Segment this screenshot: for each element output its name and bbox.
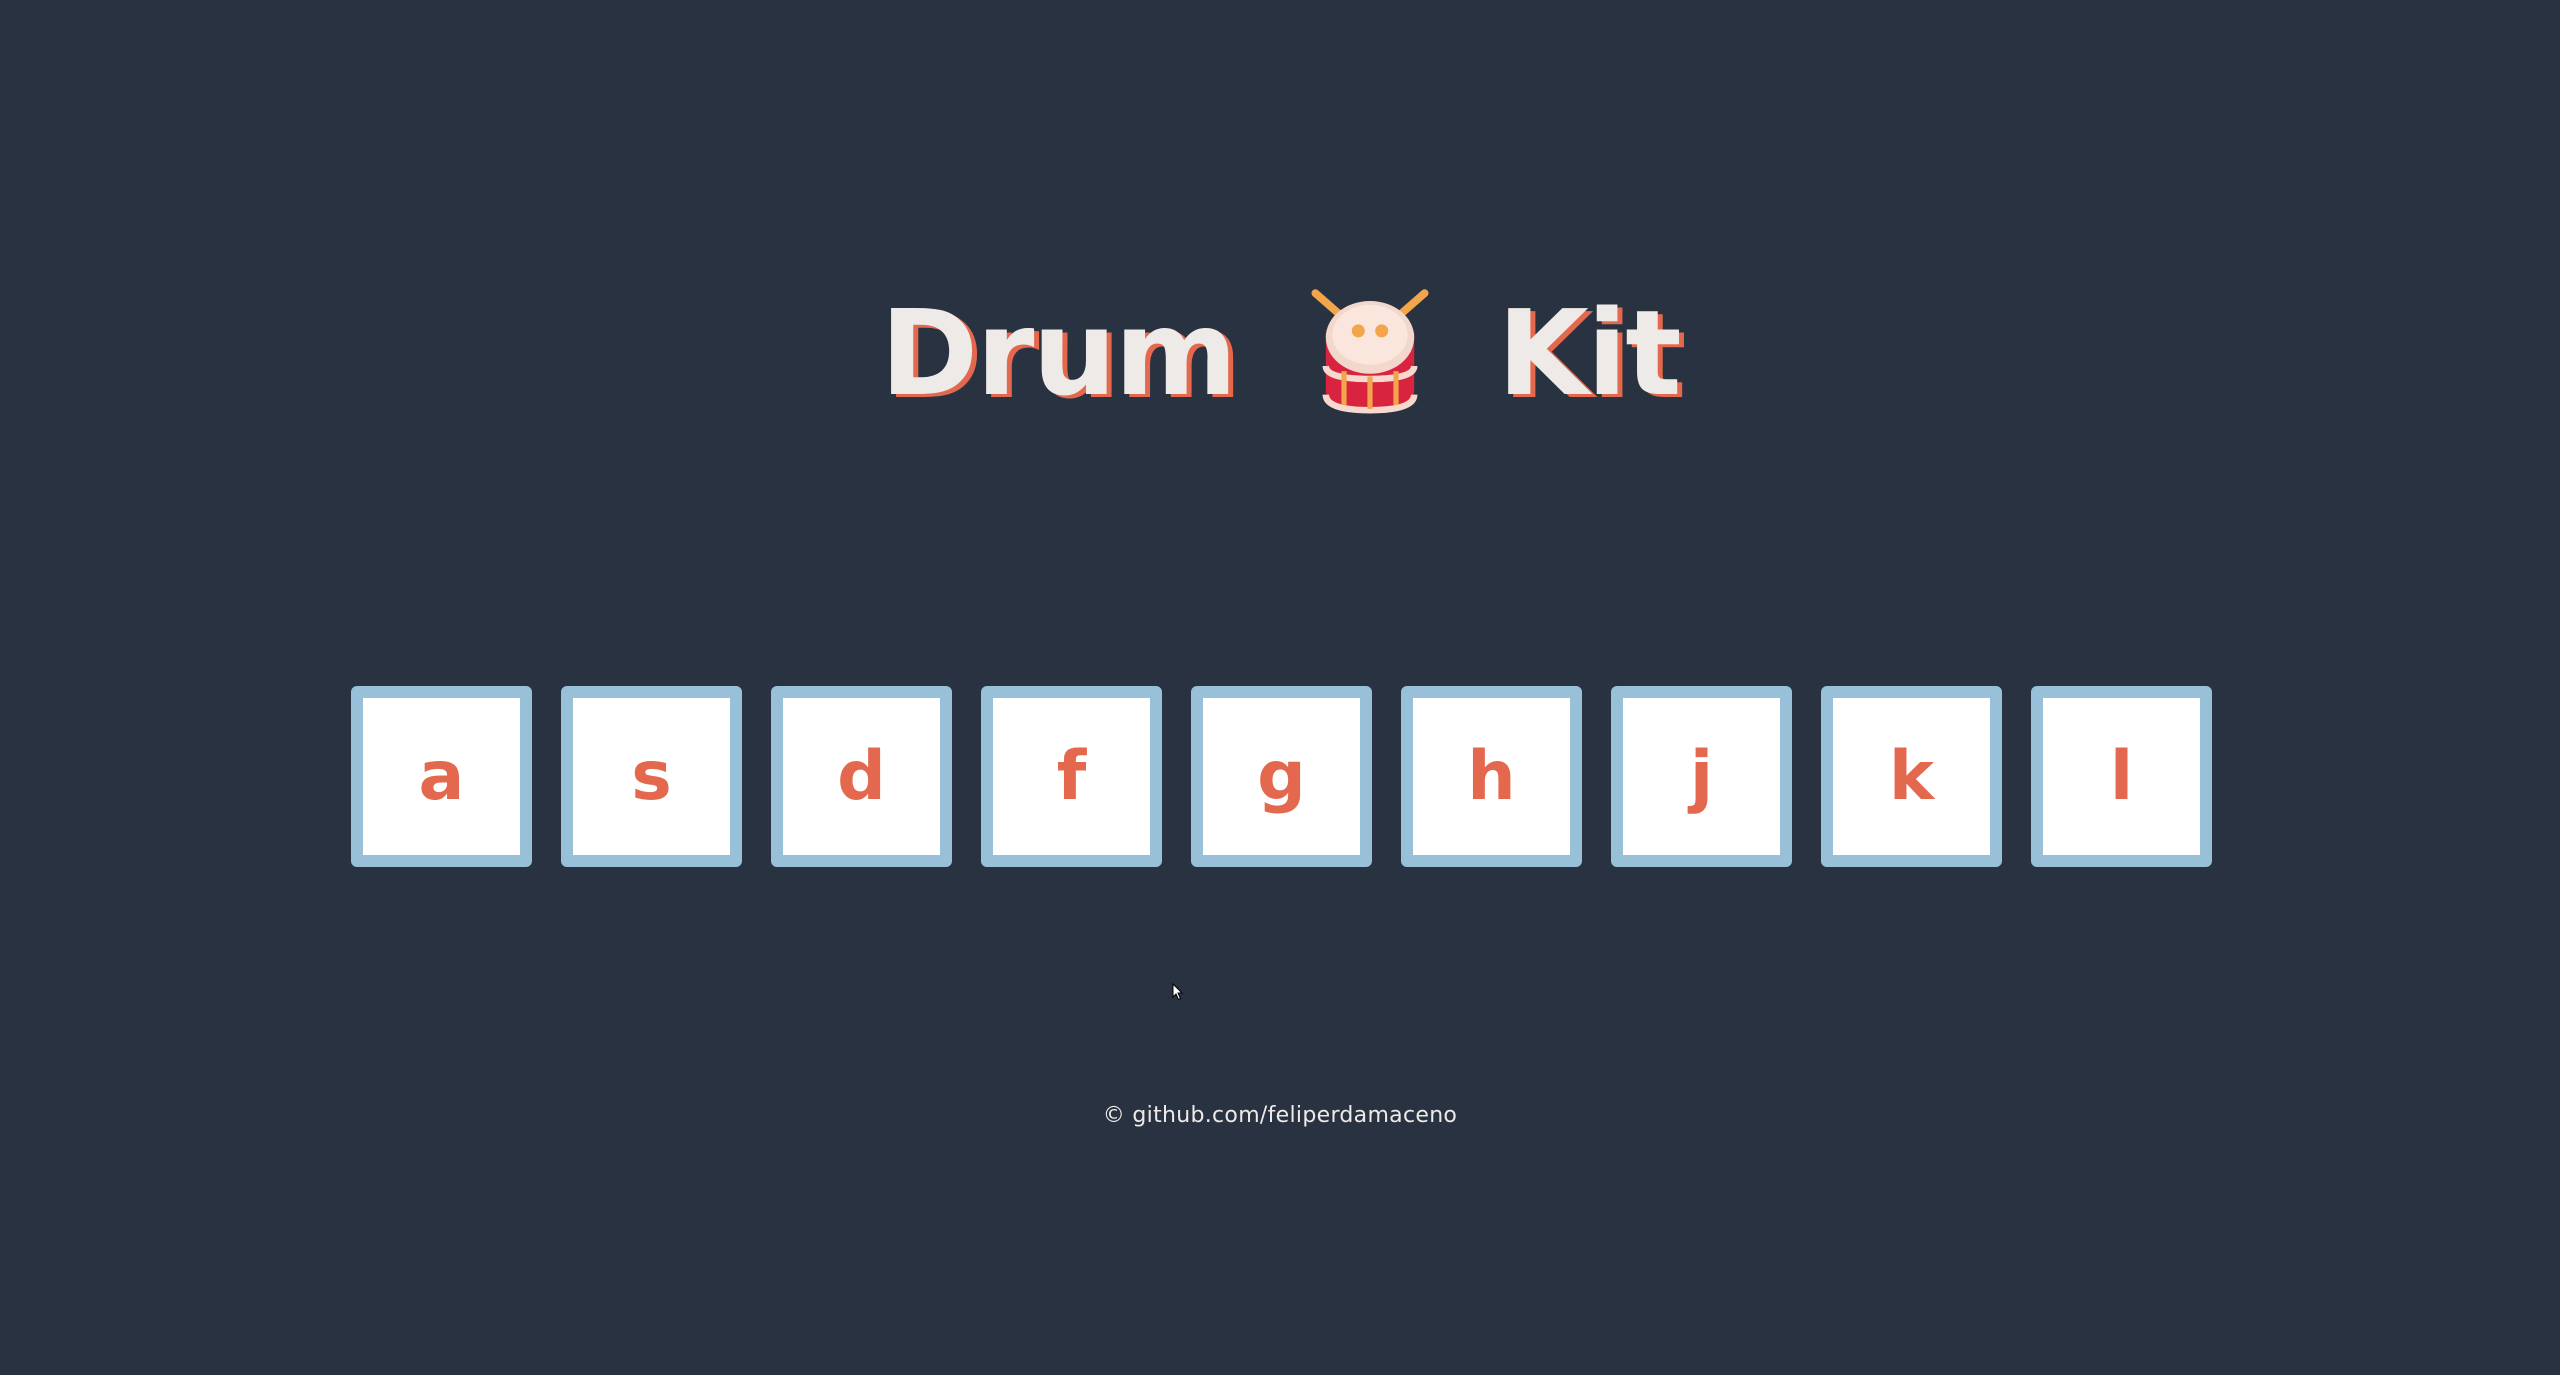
github-link[interactable]: github.com/feliperdamaceno (1132, 1103, 1457, 1128)
key-label: l (2109, 736, 2134, 816)
drum-icon (1305, 288, 1435, 418)
drum-key-j[interactable]: j (1611, 686, 1792, 867)
title-word-drum: Drum (880, 284, 1237, 422)
key-label: s (631, 736, 672, 816)
drum-key-s[interactable]: s (561, 686, 742, 867)
key-label: f (1056, 736, 1087, 816)
key-label: g (1257, 736, 1306, 816)
key-label: h (1467, 736, 1516, 816)
page-title: Drum Kit (0, 283, 2560, 423)
key-label: k (1888, 736, 1935, 816)
drum-keys: a s d f g h j k l (351, 686, 2212, 867)
key-label: j (1689, 736, 1714, 816)
drum-key-g[interactable]: g (1191, 686, 1372, 867)
drum-key-a[interactable]: a (351, 686, 532, 867)
key-label: a (418, 736, 465, 816)
drum-key-l[interactable]: l (2031, 686, 2212, 867)
title-word-kit: Kit (1497, 284, 1681, 422)
drum-key-h[interactable]: h (1401, 686, 1582, 867)
drum-key-d[interactable]: d (771, 686, 952, 867)
copyright-symbol: © (1102, 1103, 1126, 1128)
footer: © github.com/feliperdamaceno (0, 1103, 2560, 1128)
drum-key-k[interactable]: k (1821, 686, 2002, 867)
mouse-cursor-icon (1172, 983, 1184, 1001)
key-label: d (837, 736, 886, 816)
drum-key-f[interactable]: f (981, 686, 1162, 867)
